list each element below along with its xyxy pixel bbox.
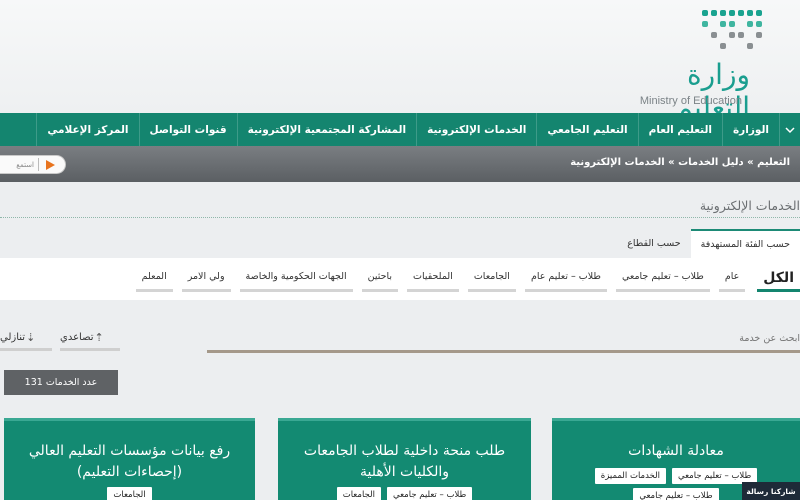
service-card-title: معادلة الشهادات <box>628 443 724 459</box>
filter-universities[interactable]: الجامعات <box>467 266 516 292</box>
services-count: عدد الخدمات 131 <box>4 370 118 395</box>
service-card-title-line: والكليات الأهلية <box>359 464 450 480</box>
filter-university-students[interactable]: طلاب – تعليم جامعي <box>615 266 710 292</box>
service-card-tags: طلاب – تعليم جامعي الجامعات <box>278 487 531 500</box>
service-card-title-line: (إحصاءات التعليم) <box>76 464 183 480</box>
service-tag[interactable]: طلاب – تعليم جامعي <box>387 487 473 500</box>
play-icon <box>46 159 55 170</box>
logo-english-name: Ministry of Education <box>639 95 742 107</box>
service-card-title-line: طلب منحة داخلية لطلاب الجامعات <box>303 443 506 459</box>
nav-item-media-center[interactable]: المركز الإعلامي <box>36 113 138 146</box>
filter-all[interactable]: الكل <box>757 266 800 292</box>
nav-item-university-education[interactable]: التعليم الجامعي <box>536 113 637 146</box>
sort-descending-label: تنازلي <box>0 332 26 343</box>
service-card-tags: الجامعات <box>4 487 255 500</box>
main-nav: الوزارة التعليم العام التعليم الجامعي ال… <box>0 113 800 146</box>
service-tag[interactable]: الخدمات المميزة <box>594 468 666 484</box>
sort-ascending-icon: ⇡ <box>94 331 104 344</box>
ministry-logo[interactable]: وزارة التعليم Ministry of Education <box>622 8 772 124</box>
service-card-title: طلب منحة داخلية لطلاب الجامعات والكليات … <box>278 421 531 483</box>
filter-general-students[interactable]: طلاب – تعليم عام <box>524 266 607 292</box>
sort-ascending-label: تصاعدي <box>60 332 94 343</box>
breadcrumb-bar: استمع التعليم » دليل الخدمات » الخدمات ا… <box>0 146 800 182</box>
filter-teacher[interactable]: المعلم <box>135 266 173 292</box>
service-card-internal-scholarship[interactable]: طلب منحة داخلية لطلاب الجامعات والكليات … <box>278 418 531 500</box>
chevron-down-icon <box>785 126 795 133</box>
nav-item-e-participation[interactable]: المشاركة المجتمعية الإلكترونية <box>236 113 417 146</box>
sort-ascending-button[interactable]: ⇡ تصاعدي <box>60 327 120 351</box>
breadcrumb[interactable]: التعليم » دليل الخدمات » الخدمات الإلكتر… <box>570 157 790 168</box>
filter-general[interactable]: عام <box>718 266 746 292</box>
tab-by-sector[interactable]: حسب القطاع <box>617 229 690 258</box>
nav-item-ministry[interactable]: الوزارة <box>721 113 779 146</box>
nav-menu-toggle[interactable] <box>779 113 800 146</box>
service-card-higher-education-stats[interactable]: رفع بيانات مؤسسات التعليم العالي (إحصاءا… <box>4 418 255 500</box>
send-message-button[interactable]: شاركنا رسالة <box>742 482 800 500</box>
filter-parent[interactable]: ولي الامر <box>181 266 231 292</box>
service-card-title-line: رفع بيانات مؤسسات التعليم العالي <box>28 443 231 459</box>
service-card-title: رفع بيانات مؤسسات التعليم العالي (إحصاءا… <box>4 421 255 483</box>
listen-divider <box>38 158 39 171</box>
nav-item-contact-channels[interactable]: قنوات التواصل <box>138 113 237 146</box>
site-header: وزارة التعليم Ministry of Education <box>0 0 800 124</box>
service-search <box>207 326 800 353</box>
nav-item-e-services[interactable]: الخدمات الإلكترونية <box>416 113 536 146</box>
filter-attaches[interactable]: الملحقيات <box>407 266 459 292</box>
logo-dots-icon <box>702 10 762 49</box>
filter-government-private[interactable]: الجهات الحكومية والخاصة <box>239 266 353 292</box>
search-input[interactable] <box>400 329 800 347</box>
filter-tabs: حسب الفئة المستهدفة حسب القطاع <box>617 229 800 258</box>
sort-descending-icon: ⇣ <box>26 331 36 344</box>
listen-label: استمع <box>16 160 34 169</box>
title-divider <box>0 217 800 218</box>
page-title: الخدمات الإلكترونية <box>699 198 800 213</box>
audience-filter-bar: الكل عام طلاب – تعليم جامعي طلاب – تعليم… <box>0 258 800 300</box>
tab-by-audience[interactable]: حسب الفئة المستهدفة <box>690 229 800 258</box>
service-tag[interactable]: طلاب – تعليم جامعي <box>633 488 719 500</box>
filter-researchers[interactable]: باحثين <box>361 266 399 292</box>
listen-button[interactable]: استمع <box>0 155 66 174</box>
service-tag[interactable]: الجامعات <box>336 487 381 500</box>
sort-descending-button[interactable]: ⇣ تنازلي <box>0 327 52 351</box>
nav-item-general-education[interactable]: التعليم العام <box>637 113 722 146</box>
service-tag[interactable]: الجامعات <box>107 487 152 500</box>
